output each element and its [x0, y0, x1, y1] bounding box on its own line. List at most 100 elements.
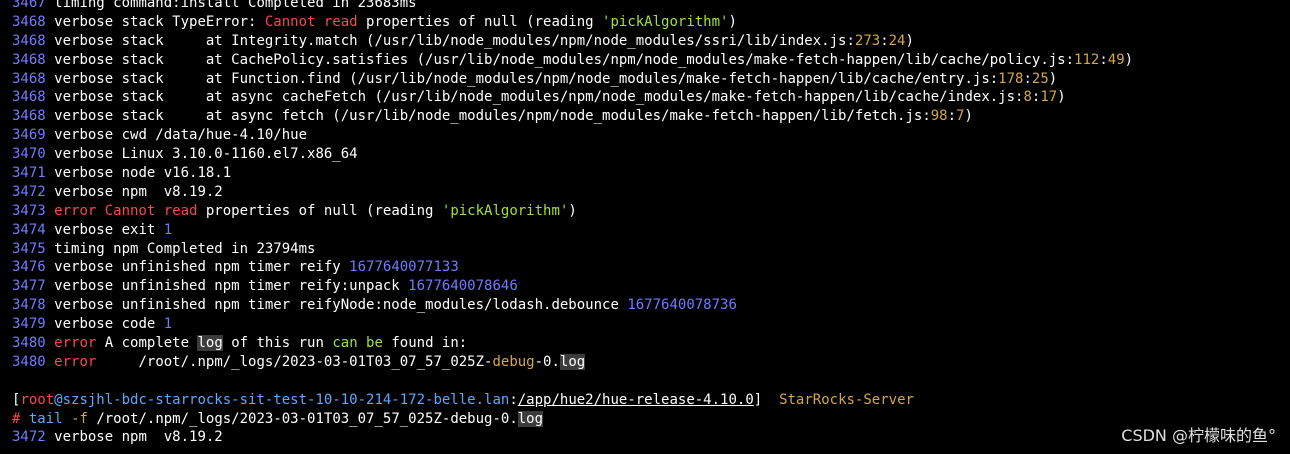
line-number: 3468: [12, 51, 55, 68]
terminal-text: #: [12, 410, 29, 427]
terminal-text: verbose npm v8.19.2: [54, 429, 223, 446]
terminal-line: 3474 verbose exit 1: [12, 221, 1290, 240]
terminal-text: verbose node v16.18.1: [54, 165, 232, 182]
terminal-text: verbose npm v8.19.2: [54, 183, 223, 200]
line-number: 3472: [12, 429, 55, 446]
terminal-text: 8: [1023, 89, 1032, 106]
terminal-text: verbose unfinished npm timer reify:unpac…: [54, 278, 409, 295]
terminal-text: ): [1057, 89, 1066, 106]
terminal-line: 3472 verbose npm v8.19.2: [12, 428, 1290, 447]
terminal-text: Cannot read: [104, 202, 198, 219]
terminal-line: 3468 verbose stack at Function.find (/us…: [12, 70, 1290, 89]
terminal-line: 3472 verbose npm v8.19.2: [12, 183, 1290, 202]
terminal-text: :: [1099, 51, 1108, 68]
terminal-line: 3480 error /root/.npm/_logs/2023-03-01T0…: [12, 353, 1290, 372]
line-number: 3468: [12, 108, 55, 125]
line-number: 3478: [12, 297, 55, 314]
terminal-text: verbose unfinished npm timer reify: [54, 259, 350, 276]
terminal-text: verbose stack at CachePolicy.satisfies (…: [54, 51, 1075, 68]
terminal-text: @szsjhl-bdc-starrocks-sit-test-10-10-214…: [54, 391, 510, 408]
terminal-line: 3468 verbose stack at async fetch (/usr/…: [12, 107, 1290, 126]
terminal-line: 3468 verbose stack at CachePolicy.satisf…: [12, 51, 1290, 70]
terminal-text: tail: [28, 410, 72, 427]
terminal-text: root: [20, 391, 55, 408]
terminal-line: 3480 error A complete log of this run ca…: [12, 334, 1290, 353]
line-number: 3468: [12, 89, 55, 106]
terminal-text: -f: [71, 410, 97, 427]
terminal-text: properties of null (reading: [197, 202, 442, 219]
terminal-text: /root/.npm/_logs/2023-03-01T03_07_57_025…: [96, 410, 518, 427]
terminal-line: 3468 verbose stack at async cacheFetch (…: [12, 88, 1290, 107]
line-number: 3468: [12, 32, 55, 49]
line-number: 3474: [12, 221, 55, 238]
terminal-line: 3477 verbose unfinished npm timer reify:…: [12, 277, 1290, 296]
terminal-line: 3476 verbose unfinished npm timer reify …: [12, 258, 1290, 277]
terminal-text: 178: [998, 70, 1024, 87]
terminal-text: :: [880, 32, 889, 49]
terminal-line: 3469 verbose cwd /data/hue-4.10/hue: [12, 126, 1290, 145]
terminal-line: 3475 timing npm Completed in 23794ms: [12, 240, 1290, 259]
terminal-text: error: [54, 335, 97, 352]
terminal-text: of this run: [222, 335, 333, 352]
terminal-text: 24: [888, 32, 906, 49]
terminal-text: verbose cwd /data/hue-4.10/hue: [54, 127, 308, 144]
terminal-text: 17: [1040, 89, 1058, 106]
line-number: 3473: [12, 202, 55, 219]
terminal-text: 1677640078646: [408, 278, 518, 295]
terminal-text: 1: [163, 221, 173, 238]
terminal-text: ): [1124, 51, 1134, 68]
terminal-line: # tail -f /root/.npm/_logs/2023-03-01T03…: [12, 410, 1290, 429]
line-number: 3480: [12, 353, 55, 370]
terminal-text: verbose code: [54, 316, 164, 333]
terminal-text: found in:: [382, 335, 468, 352]
terminal-text: verbose Linux 3.10.0-1160.el7.x86_64: [54, 146, 358, 163]
terminal-text: timing npm Completed in 23794ms: [54, 240, 316, 257]
terminal-text: can be: [332, 335, 383, 352]
terminal-text: 1677640077133: [349, 259, 459, 276]
terminal-line: 3473 error Cannot read properties of nul…: [12, 202, 1290, 221]
terminal-text: verbose stack at async fetch (/usr/lib/n…: [54, 108, 931, 125]
terminal-text: properties of null (reading: [357, 13, 603, 30]
terminal-line: 3471 verbose node v16.18.1: [12, 164, 1290, 183]
terminal-line: 3478 verbose unfinished npm timer reifyN…: [12, 296, 1290, 315]
line-number: 3472: [12, 183, 55, 200]
terminal-line: 3479 verbose code 1: [12, 315, 1290, 334]
line-number: 3470: [12, 146, 55, 163]
terminal-text: log: [517, 410, 544, 427]
terminal-text: ): [964, 108, 973, 125]
terminal-text: ): [905, 32, 914, 49]
terminal-text: /root/.npm/_logs/2023-03-01T03_07_57_025…: [96, 353, 493, 370]
terminal-text: :: [509, 391, 518, 408]
terminal-text: debug: [492, 353, 535, 370]
terminal-text: verbose exit: [54, 221, 164, 238]
line-number: 3468: [12, 70, 55, 87]
terminal-line: [root@szsjhl-bdc-starrocks-sit-test-10-1…: [12, 391, 1290, 410]
terminal-text: /app/hue2/hue-release-4.10.0: [517, 391, 754, 408]
terminal-text: ]: [753, 391, 780, 408]
terminal-text: verbose stack TypeError:: [54, 13, 265, 30]
terminal-text: ): [568, 202, 577, 219]
terminal-text: ): [728, 13, 737, 30]
line-number: 3476: [12, 259, 55, 276]
terminal-text: 98: [930, 108, 948, 125]
terminal-text: verbose unfinished npm timer reifyNode:n…: [54, 297, 628, 314]
terminal-text: 1677640078736: [627, 297, 737, 314]
terminal-text: error: [54, 353, 97, 370]
terminal-output[interactable]: 3467 timing command:install Completed in…: [12, 0, 1290, 447]
terminal-text: verbose stack at Integrity.match (/usr/l…: [54, 32, 855, 49]
terminal-text: log: [197, 335, 223, 352]
terminal-text: -0.: [534, 353, 560, 370]
terminal-text: :: [947, 108, 957, 125]
terminal-text: verbose stack at Function.find (/usr/lib…: [54, 70, 999, 87]
line-number: 3475: [12, 240, 55, 257]
terminal-line: 3468 verbose stack TypeError: Cannot rea…: [12, 13, 1290, 32]
terminal-text: 49: [1107, 51, 1125, 68]
terminal-text: 1: [163, 316, 173, 333]
terminal-line: 3467 timing command:install Completed in…: [12, 0, 1290, 13]
terminal-text: StarRocks-Server: [779, 391, 914, 408]
terminal-text: ): [1048, 70, 1058, 87]
terminal-text: A complete: [96, 335, 198, 352]
terminal-text: timing command:install Completed in 2368…: [54, 0, 417, 11]
line-number: 3480: [12, 335, 55, 352]
